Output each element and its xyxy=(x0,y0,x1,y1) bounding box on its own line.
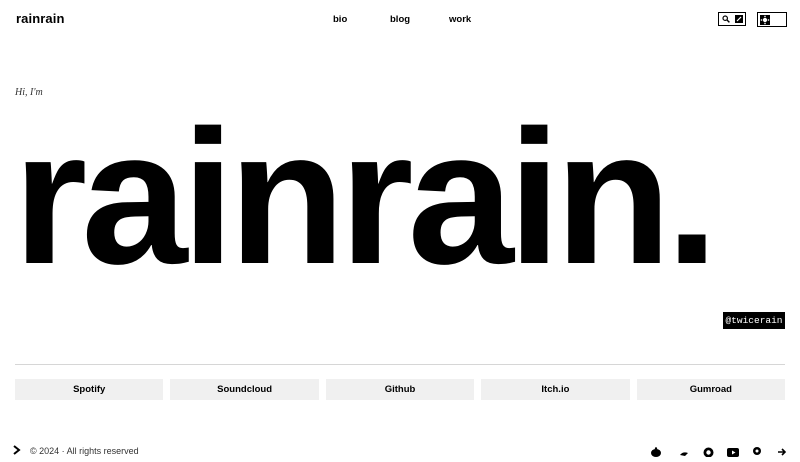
hero-name: rainrain. xyxy=(13,91,719,304)
soundcloud-link-button[interactable]: Soundcloud xyxy=(170,379,319,400)
header-tools xyxy=(718,12,746,26)
arrow-right-icon[interactable] xyxy=(777,444,787,462)
section-divider xyxy=(15,364,785,365)
theme-icon xyxy=(760,15,770,25)
nav-work-link[interactable]: work xyxy=(449,14,471,25)
youtube-icon[interactable] xyxy=(727,444,739,462)
pin-icon[interactable] xyxy=(752,444,762,462)
site-header: rainrain bio blog work xyxy=(0,0,800,40)
brand-logo[interactable]: rainrain xyxy=(16,11,64,26)
footer-copyright: © 2024 · All rights reserved xyxy=(30,446,139,456)
gumroad-link-button[interactable]: Gumroad xyxy=(636,379,786,400)
nav-bio-link[interactable]: bio xyxy=(333,14,347,25)
social-link-buttons: Spotify Soundcloud Github Itch.io Gumroa… xyxy=(15,379,786,400)
chevron-right-icon xyxy=(12,442,22,460)
github-icon[interactable] xyxy=(703,444,714,462)
spotify-link-button[interactable]: Spotify xyxy=(15,379,164,400)
search-icon[interactable] xyxy=(722,15,730,23)
twitter-handle-badge[interactable]: @twicerain xyxy=(723,312,785,329)
reddit-icon[interactable] xyxy=(650,444,662,462)
github-link-button[interactable]: Github xyxy=(325,379,475,400)
itchio-link-button[interactable]: Itch.io xyxy=(481,379,630,400)
nav-blog-link[interactable]: blog xyxy=(390,14,410,25)
edit-icon[interactable] xyxy=(735,15,743,23)
theme-toggle[interactable] xyxy=(757,12,787,27)
bird-icon[interactable] xyxy=(679,444,689,462)
